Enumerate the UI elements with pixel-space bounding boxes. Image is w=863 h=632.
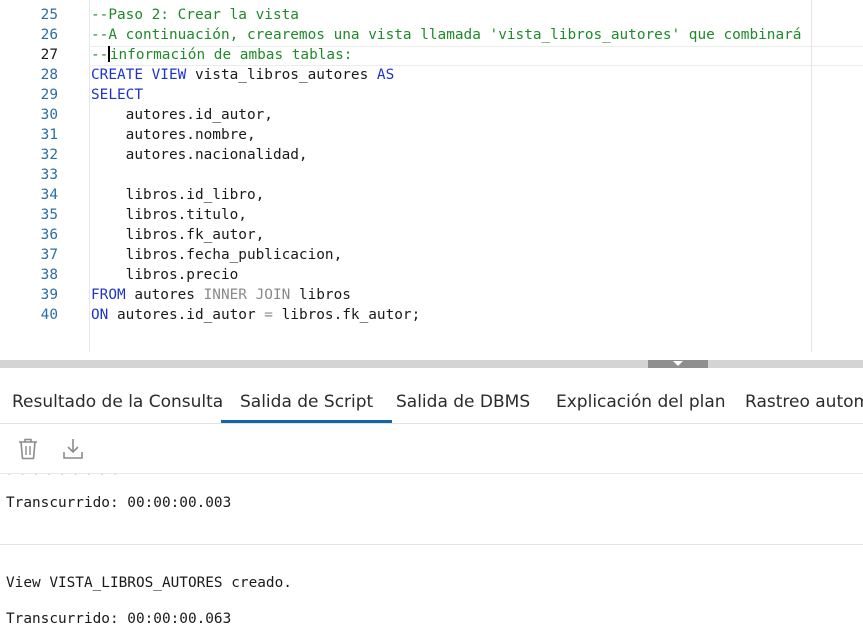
code-text[interactable]: libros.fecha_publicacion,	[91, 245, 343, 265]
line-number: 28	[40, 67, 58, 83]
code-line[interactable]: 39 FROM autores INNER JOIN libros	[0, 285, 863, 305]
code-line[interactable]: 40 ON autores.id_autor = libros.fk_autor;	[0, 305, 863, 325]
view-created-message: View VISTA_LIBROS_AUTORES creado.	[6, 575, 292, 591]
sql-keyword: AS	[376, 67, 395, 83]
code-text[interactable]: -- información de ambas tablas:	[91, 45, 352, 65]
script-output[interactable]: · · · · · · · · · Transcurrido: 00:00:00…	[0, 474, 863, 632]
line-number: 40	[40, 307, 58, 323]
line-number: 34	[40, 187, 58, 203]
output-separator	[0, 544, 863, 545]
line-number: 39	[40, 287, 58, 303]
sql-token: libros.fecha_publicacion,	[91, 247, 343, 263]
code-line[interactable]: 26 --A continuación, crearemos una vista …	[0, 25, 863, 45]
sql-token: libros.precio	[91, 267, 239, 283]
line-number: 33	[40, 167, 58, 183]
line-number: 27	[40, 47, 58, 63]
sql-comment: --	[91, 47, 109, 63]
line-number: 29	[40, 87, 58, 103]
sql-token: autores.nacionalidad,	[91, 147, 308, 163]
sql-comment: --Paso 2: Crear la vista	[91, 7, 299, 23]
sql-token: libros.fk_autor;	[272, 307, 421, 323]
sql-editor[interactable]: 25 --Paso 2: Crear la vista 26 --A continua…	[0, 0, 863, 352]
code-text[interactable]: CREATE VIEW vista_libros_autores AS	[91, 65, 394, 85]
scrolled-text-remnant: · · · · · · · · ·	[6, 474, 119, 481]
code-text[interactable]: autores.nombre,	[91, 125, 256, 145]
tab-explicacion-plan[interactable]: Explicación del plan	[556, 376, 726, 423]
code-line[interactable]: 34 libros.id_libro,	[0, 185, 863, 205]
sql-keyword: ON	[91, 307, 109, 323]
line-number: 31	[40, 127, 58, 143]
sql-keyword: CREATE VIEW	[91, 67, 187, 83]
sql-token: libros	[290, 287, 351, 303]
sql-token: autores.nombre,	[91, 127, 256, 143]
line-number: 26	[40, 27, 58, 43]
line-number: 25	[40, 7, 58, 23]
code-line[interactable]: 31 autores.nombre,	[0, 125, 863, 145]
elapsed-time-line: Transcurrido: 00:00:00.063	[6, 611, 232, 627]
code-text[interactable]: libros.fk_autor,	[91, 225, 265, 245]
sql-token: libros.id_libro,	[91, 187, 265, 203]
sql-token: autores.id_autor	[108, 307, 265, 323]
line-number: 30	[40, 107, 58, 123]
output-tabs: Resultado de la Consulta Salida de Scrip…	[0, 376, 863, 424]
sql-token: vista_libros_autores	[186, 67, 377, 83]
code-line[interactable]: 36 libros.fk_autor,	[0, 225, 863, 245]
code-line[interactable]: 35 libros.titulo,	[0, 205, 863, 225]
code-text[interactable]: --A continuación, crearemos una vista ll…	[91, 25, 801, 45]
sql-keyword: INNER JOIN	[203, 287, 291, 303]
code-line[interactable]: 25 --Paso 2: Crear la vista	[0, 5, 863, 25]
sql-token: libros.fk_autor,	[91, 227, 265, 243]
code-text[interactable]: libros.id_libro,	[91, 185, 265, 205]
sql-token: libros.titulo,	[91, 207, 247, 223]
sql-token: autores.id_autor,	[91, 107, 273, 123]
code-line[interactable]: 37 libros.fecha_publicacion,	[0, 245, 863, 265]
panel-splitter[interactable]	[0, 352, 863, 376]
tab-resultado-consulta[interactable]: Resultado de la Consulta	[12, 376, 223, 423]
sql-keyword: SELECT	[91, 87, 143, 103]
code-line[interactable]: 32 autores.nacionalidad,	[0, 145, 863, 165]
tab-rastreo-automatico[interactable]: Rastreo automá	[745, 376, 863, 423]
code-text[interactable]: ON autores.id_autor = libros.fk_autor;	[91, 305, 420, 325]
code-text[interactable]: autores.id_autor,	[91, 105, 273, 125]
code-line[interactable]: 30 autores.id_autor,	[0, 105, 863, 125]
line-number: 38	[40, 267, 58, 283]
code-text[interactable]: libros.precio	[91, 265, 239, 285]
code-text[interactable]: autores.nacionalidad,	[91, 145, 308, 165]
code-line[interactable]: 28 CREATE VIEW vista_libros_autores AS	[0, 65, 863, 85]
sql-comment: información de ambas tablas:	[109, 47, 353, 63]
line-number: 37	[40, 247, 58, 263]
tab-salida-dbms[interactable]: Salida de DBMS	[396, 376, 530, 423]
elapsed-time-line: Transcurrido: 00:00:00.003	[6, 495, 232, 511]
line-number: 36	[40, 227, 58, 243]
code-text[interactable]: SELECT	[91, 85, 143, 105]
code-text[interactable]: libros.titulo,	[91, 205, 247, 225]
line-number: 35	[40, 207, 58, 223]
code-text[interactable]: --Paso 2: Crear la vista	[91, 5, 299, 25]
trash-icon[interactable]	[15, 436, 41, 462]
code-line[interactable]: 29 SELECT	[0, 85, 863, 105]
code-line[interactable]: 33	[0, 165, 863, 185]
output-toolbar	[0, 424, 863, 474]
sql-comment: --A continuación, crearemos una vista ll…	[91, 27, 802, 43]
sql-token: autores	[125, 287, 204, 303]
tab-salida-script[interactable]: Salida de Script	[221, 376, 393, 423]
sql-keyword: FROM	[91, 287, 126, 303]
code-line[interactable]: 38 libros.precio	[0, 265, 863, 285]
code-line[interactable]: 27 -- información de ambas tablas:	[0, 45, 863, 65]
splitter-bar[interactable]	[0, 360, 863, 368]
download-icon[interactable]	[60, 436, 86, 462]
sql-keyword: =	[264, 307, 273, 323]
line-number: 32	[40, 147, 58, 163]
chevron-down-icon[interactable]	[673, 361, 683, 366]
code-text[interactable]: FROM autores INNER JOIN libros	[91, 285, 351, 305]
